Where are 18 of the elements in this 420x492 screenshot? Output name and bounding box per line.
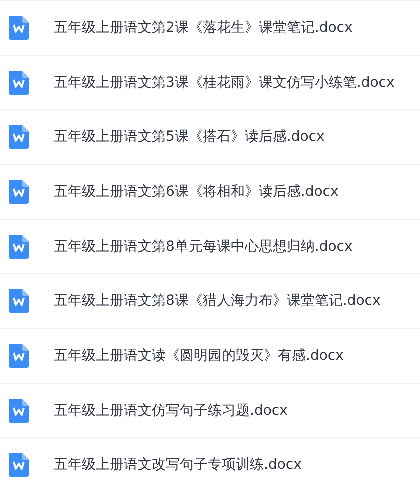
- file-name[interactable]: 五年级上册语文第2课《落花生》课堂笔记.docx: [54, 18, 353, 37]
- file-name[interactable]: 五年级上册语文读《圆明园的毁灭》有感.docx: [54, 346, 344, 365]
- file-name[interactable]: 五年级上册语文仿写句子练习题.docx: [54, 402, 288, 420]
- document-icon: [9, 70, 29, 94]
- file-name[interactable]: 五年级上册语文第8单元每课中心思想归纳.docx: [54, 238, 353, 256]
- document-icon: [9, 234, 29, 259]
- file-name[interactable]: 五年级上册语文第5课《搭石》读后感.docx: [54, 128, 325, 146]
- file-name[interactable]: 五年级上册语文改写句子专项训练.docx: [54, 456, 302, 474]
- file-name[interactable]: 五年级上册语文第3课《桂花雨》课文仿写小练笔.docx: [54, 74, 395, 92]
- document-icon: [9, 16, 29, 40]
- document-icon: [9, 180, 29, 204]
- document-icon: [9, 125, 29, 150]
- document-icon: [9, 453, 29, 478]
- document-icon: [9, 289, 29, 314]
- document-icon: [9, 398, 29, 423]
- file-name[interactable]: 五年级上册语文第6课《将相和》读后感.docx: [54, 182, 339, 201]
- file-name[interactable]: 五年级上册语文第8课《猎人海力布》课堂笔记.docx: [54, 292, 381, 310]
- document-icon: [9, 344, 29, 368]
